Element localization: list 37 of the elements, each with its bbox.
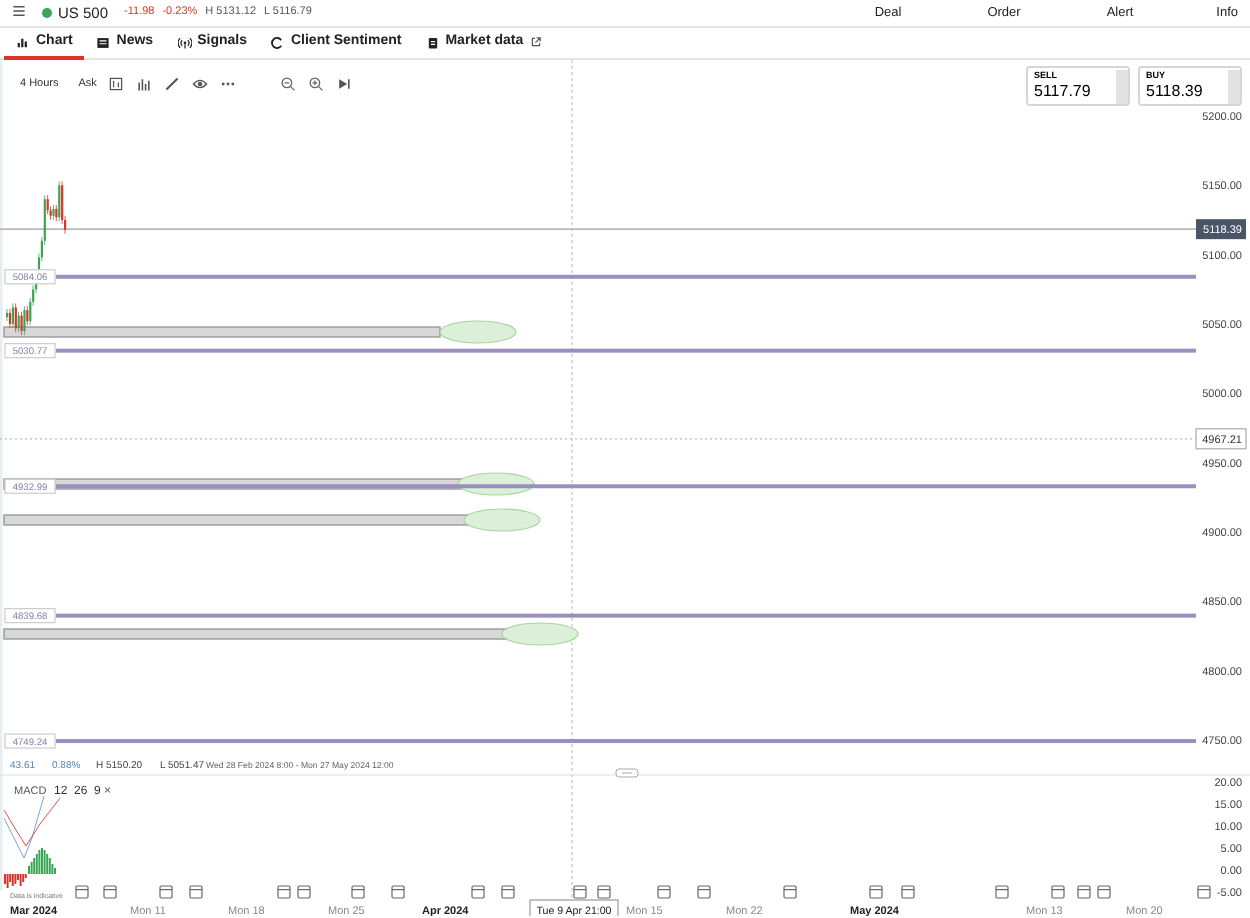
calendar-icon[interactable] bbox=[297, 885, 311, 899]
calendar-icon[interactable] bbox=[597, 885, 611, 899]
bar-chart-icon bbox=[16, 35, 30, 49]
skip-to-end-button[interactable] bbox=[336, 76, 353, 93]
calendar-icon[interactable] bbox=[501, 885, 515, 899]
resize-handle-icon[interactable] bbox=[615, 768, 639, 778]
calendar-icon[interactable] bbox=[159, 885, 173, 899]
calendar-icon[interactable] bbox=[391, 885, 405, 899]
newspaper-icon bbox=[96, 35, 111, 49]
calendar-icon[interactable] bbox=[189, 885, 203, 899]
refresh-icon bbox=[270, 35, 285, 49]
calendar-icon[interactable] bbox=[901, 885, 915, 899]
chart-type-button[interactable] bbox=[108, 76, 125, 93]
calendar-icon[interactable] bbox=[75, 885, 89, 899]
calendar-icon[interactable] bbox=[103, 885, 117, 899]
eye-button[interactable] bbox=[192, 76, 209, 93]
calendar-icon[interactable] bbox=[995, 885, 1009, 899]
calendar-icon[interactable] bbox=[277, 885, 291, 899]
calendar-icon[interactable] bbox=[869, 885, 883, 899]
macd-drawing bbox=[3, 795, 61, 888]
clipboard-icon bbox=[425, 35, 440, 49]
calendar-icon[interactable] bbox=[697, 885, 711, 899]
calendar-icon[interactable] bbox=[351, 885, 365, 899]
zoom-in-button[interactable] bbox=[308, 76, 325, 93]
broadcast-icon bbox=[177, 35, 192, 49]
calendar-icon[interactable] bbox=[1097, 885, 1111, 899]
pen-button[interactable] bbox=[164, 76, 181, 93]
calendar-icon[interactable] bbox=[1051, 885, 1065, 899]
calendar-icon[interactable] bbox=[1197, 885, 1211, 899]
external-link-icon bbox=[529, 36, 542, 48]
bar-chart-button[interactable] bbox=[136, 76, 153, 93]
calendar-icon[interactable] bbox=[471, 885, 485, 899]
calendar-icon[interactable] bbox=[1077, 885, 1091, 899]
calendar-icon[interactable] bbox=[657, 885, 671, 899]
zoom-out-button[interactable] bbox=[280, 76, 297, 93]
calendar-icon[interactable] bbox=[573, 885, 587, 899]
calendar-icon[interactable] bbox=[783, 885, 797, 899]
